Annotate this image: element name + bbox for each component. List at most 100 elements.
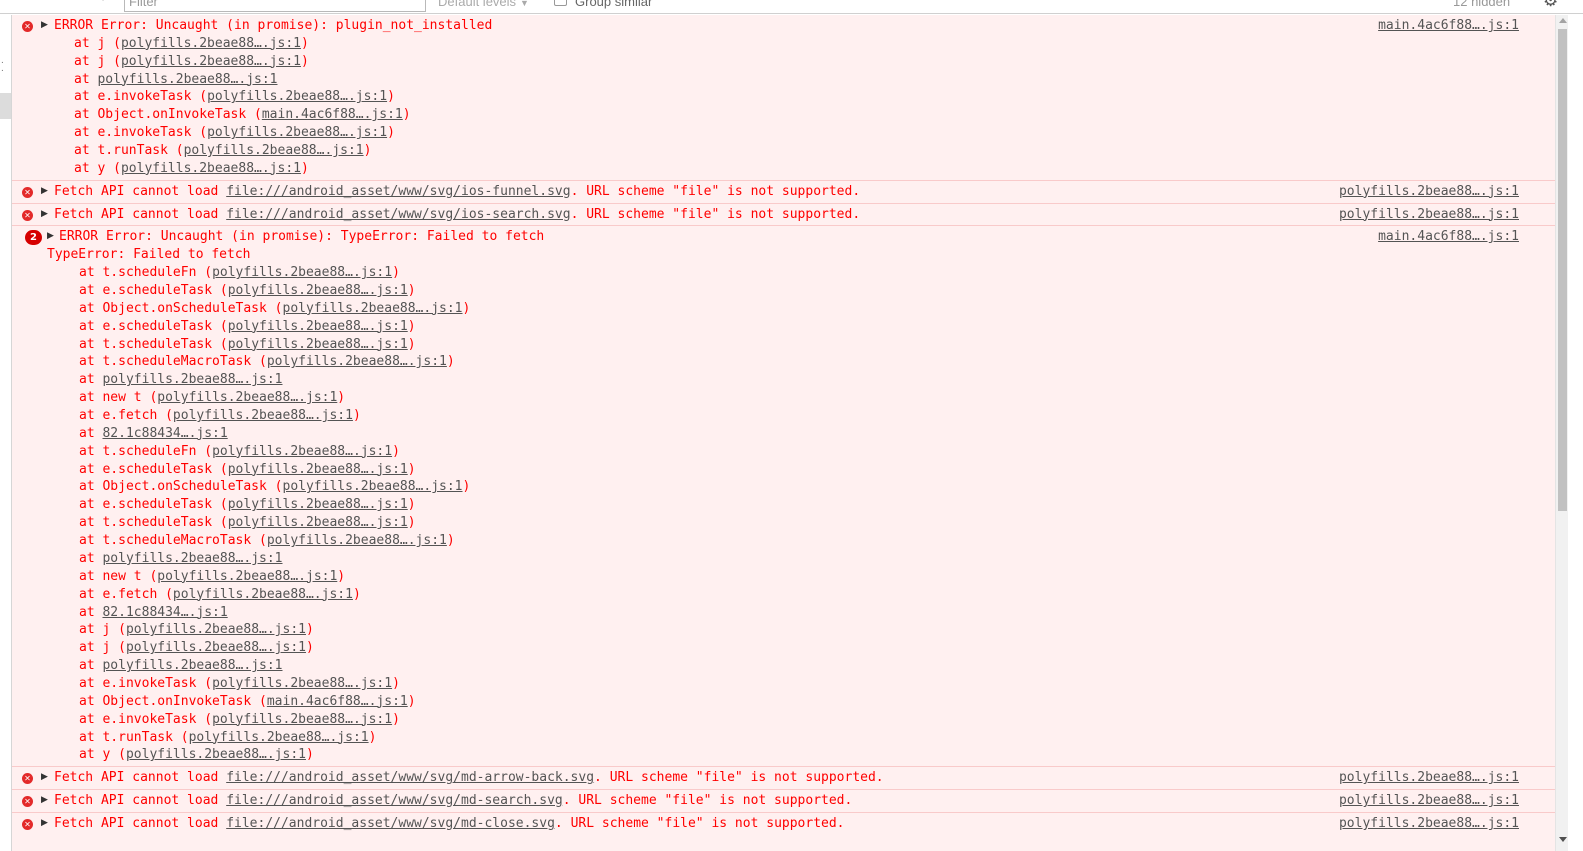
stack-frame-link[interactable]: polyfills.2beae88….js:1 [212, 444, 392, 459]
resource-url-link[interactable]: file:///android_asset/www/svg/md-close.s… [226, 816, 555, 831]
stack-frame-text: at j ( [74, 53, 121, 69]
message-text: Fetch API cannot load file:///android_as… [12, 206, 1555, 224]
stack-frame-link[interactable]: polyfills.2beae88….js:1 [173, 587, 353, 602]
context-chevron-icon[interactable]: ▾ [100, 0, 106, 4]
stack-frame-text: ) [305, 747, 314, 763]
stack-frame-text: at t.scheduleFn ( [79, 265, 213, 281]
source-link[interactable]: polyfills.2beae88….js:1 [1339, 769, 1519, 787]
stack-frame-text: at y ( [74, 160, 121, 176]
stack-frame-text: at t.scheduleMacroTask ( [79, 533, 267, 549]
group-similar-checkbox[interactable] [554, 0, 567, 6]
stack-frame: at t.runTask (polyfills.2beae88….js:1) [12, 142, 1555, 160]
console-toolbar: ▾ Filter Default levels▼ Group similar 1… [0, 0, 1583, 14]
stack-frame-link[interactable]: polyfills.2beae88….js:1 [267, 354, 447, 369]
message-prefix: Fetch API cannot load [54, 770, 227, 786]
stack-frame-text: ) [446, 354, 455, 370]
resource-url-link[interactable]: file:///android_asset/www/svg/ios-funnel… [226, 184, 570, 199]
stack-frame-link[interactable]: polyfills.2beae88….js:1 [121, 36, 301, 51]
stack-frame-text: at t.runTask ( [74, 143, 184, 159]
stack-frame-link[interactable]: polyfills.2beae88….js:1 [126, 622, 306, 637]
scrollbar-thumb[interactable] [1558, 29, 1567, 511]
stack-frame: at j (polyfills.2beae88….js:1) [12, 621, 1555, 639]
resource-url-link[interactable]: file:///android_asset/www/svg/md-arrow-b… [226, 770, 594, 785]
stack-frame-link[interactable]: polyfills.2beae88….js:1 [173, 408, 353, 423]
stack-frame-link[interactable]: polyfills.2beae88….js:1 [157, 569, 337, 584]
stack-frame-link[interactable]: polyfills.2beae88….js:1 [97, 72, 277, 87]
source-link[interactable]: polyfills.2beae88….js:1 [1339, 815, 1519, 833]
stack-frame-link[interactable]: polyfills.2beae88….js:1 [212, 712, 392, 727]
stack-frame-link[interactable]: polyfills.2beae88….js:1 [283, 301, 463, 316]
stack-frame-link[interactable]: main.4ac6f88….js:1 [262, 107, 403, 122]
stack-frame-link[interactable]: polyfills.2beae88….js:1 [207, 89, 387, 104]
stack-frame-link[interactable]: polyfills.2beae88….js:1 [228, 462, 408, 477]
stack-frame-link[interactable]: polyfills.2beae88….js:1 [157, 390, 337, 405]
stack-frame: at 82.1c88434….js:1 [12, 425, 1555, 443]
stack-frame-link[interactable]: polyfills.2beae88….js:1 [228, 283, 408, 298]
more-icon[interactable]: .. [1, 56, 4, 74]
stack-frame-link[interactable]: polyfills.2beae88….js:1 [228, 319, 408, 334]
stack-frame-text: at Object.onScheduleTask ( [79, 300, 283, 316]
source-link[interactable]: main.4ac6f88….js:1 [1378, 228, 1519, 246]
console-message: 2 ▶ ERROR Error: Uncaught (in promise): Ty… [12, 225, 1555, 766]
resource-url-link[interactable]: file:///android_asset/www/svg/md-search.… [226, 793, 563, 808]
log-levels-dropdown[interactable]: Default levels ▼ [438, 0, 529, 9]
stack-frame: at e.invokeTask (polyfills.2beae88….js:1… [12, 711, 1555, 729]
console-message: ✕ ▶ Fetch API cannot load file:///android_… [12, 202, 1555, 226]
stack-frame-text: ) [407, 461, 416, 477]
expand-triangle-icon[interactable]: ▶ [41, 206, 48, 224]
stack-frame-link[interactable]: polyfills.2beae88….js:1 [121, 54, 301, 69]
stack-frame-link[interactable]: polyfills.2beae88….js:1 [207, 125, 387, 140]
stack-frame-link[interactable]: polyfills.2beae88….js:1 [121, 161, 301, 176]
error-icon: ✕ [22, 186, 33, 198]
stack-frame-link[interactable]: polyfills.2beae88….js:1 [189, 730, 369, 745]
stack-frame: at t.scheduleMacroTask (polyfills.2beae8… [12, 353, 1555, 371]
stack-frame-link[interactable]: polyfills.2beae88….js:1 [228, 497, 408, 512]
gear-icon[interactable]: ⚙ [1543, 0, 1558, 11]
sidebar-selected-item[interactable] [0, 93, 11, 119]
stack-frame-link[interactable]: polyfills.2beae88….js:1 [283, 479, 463, 494]
stack-frame: at t.scheduleFn (polyfills.2beae88….js:1… [12, 264, 1555, 282]
vertical-scrollbar[interactable] [1555, 15, 1568, 851]
stack-frame-text: at y ( [79, 747, 126, 763]
source-link[interactable]: polyfills.2beae88….js:1 [1339, 792, 1519, 810]
stack-frame-text: at new t ( [79, 390, 158, 406]
scroll-down-icon[interactable] [1559, 837, 1567, 842]
stack-frame-link[interactable]: polyfills.2beae88….js:1 [102, 551, 282, 566]
stack-frame-link[interactable]: polyfills.2beae88….js:1 [102, 658, 282, 673]
stack-frame-link[interactable]: 82.1c88434….js:1 [102, 426, 227, 441]
stack-frame-text: at j ( [74, 35, 121, 51]
stack-frame-link[interactable]: polyfills.2beae88….js:1 [126, 747, 306, 762]
scroll-up-icon[interactable] [1559, 18, 1567, 23]
stack-frame-link[interactable]: polyfills.2beae88….js:1 [126, 640, 306, 655]
resource-url-link[interactable]: file:///android_asset/www/svg/ios-search… [226, 207, 570, 222]
filter-input[interactable]: Filter [124, 0, 426, 12]
expand-triangle-icon[interactable]: ▶ [41, 815, 48, 833]
stack-frame: at j (polyfills.2beae88….js:1) [12, 639, 1555, 657]
expand-triangle-icon[interactable]: ▶ [41, 792, 48, 810]
stack-frame: at j (polyfills.2beae88….js:1) [12, 35, 1555, 53]
expand-triangle-icon[interactable]: ▶ [41, 183, 48, 201]
expand-triangle-icon[interactable]: ▶ [41, 769, 48, 787]
stack-frame-link[interactable]: polyfills.2beae88….js:1 [228, 337, 408, 352]
stack-frame-link[interactable]: 82.1c88434….js:1 [102, 605, 227, 620]
stack-frame-link[interactable]: polyfills.2beae88….js:1 [228, 515, 408, 530]
stack-frame-link[interactable]: polyfills.2beae88….js:1 [184, 143, 364, 158]
stack-frame-text: at t.scheduleFn ( [79, 443, 213, 459]
error-icon: ✕ [22, 21, 33, 32]
stack-frame: at e.fetch (polyfills.2beae88….js:1) [12, 407, 1555, 425]
stack-frame-text: at [79, 658, 103, 674]
stack-frame-link[interactable]: polyfills.2beae88….js:1 [212, 265, 392, 280]
expand-triangle-icon[interactable]: ▶ [41, 17, 48, 35]
stack-frame-text: at [74, 71, 98, 87]
expand-triangle-icon[interactable]: ▶ [47, 228, 54, 246]
stack-frame-link[interactable]: polyfills.2beae88….js:1 [267, 533, 447, 548]
stack-frame-link[interactable]: polyfills.2beae88….js:1 [212, 676, 392, 691]
source-link[interactable]: polyfills.2beae88….js:1 [1339, 206, 1519, 224]
stack-frame-link[interactable]: polyfills.2beae88….js:1 [102, 372, 282, 387]
source-link[interactable]: main.4ac6f88….js:1 [1378, 17, 1519, 35]
stack-frame-text: at e.invokeTask ( [74, 89, 208, 105]
source-link[interactable]: polyfills.2beae88….js:1 [1339, 183, 1519, 201]
message-suffix: . URL scheme "file" is not supported. [562, 793, 853, 809]
stack-frame-link[interactable]: main.4ac6f88….js:1 [267, 694, 408, 709]
stack-frame: at Object.onInvokeTask (main.4ac6f88….js… [12, 693, 1555, 711]
